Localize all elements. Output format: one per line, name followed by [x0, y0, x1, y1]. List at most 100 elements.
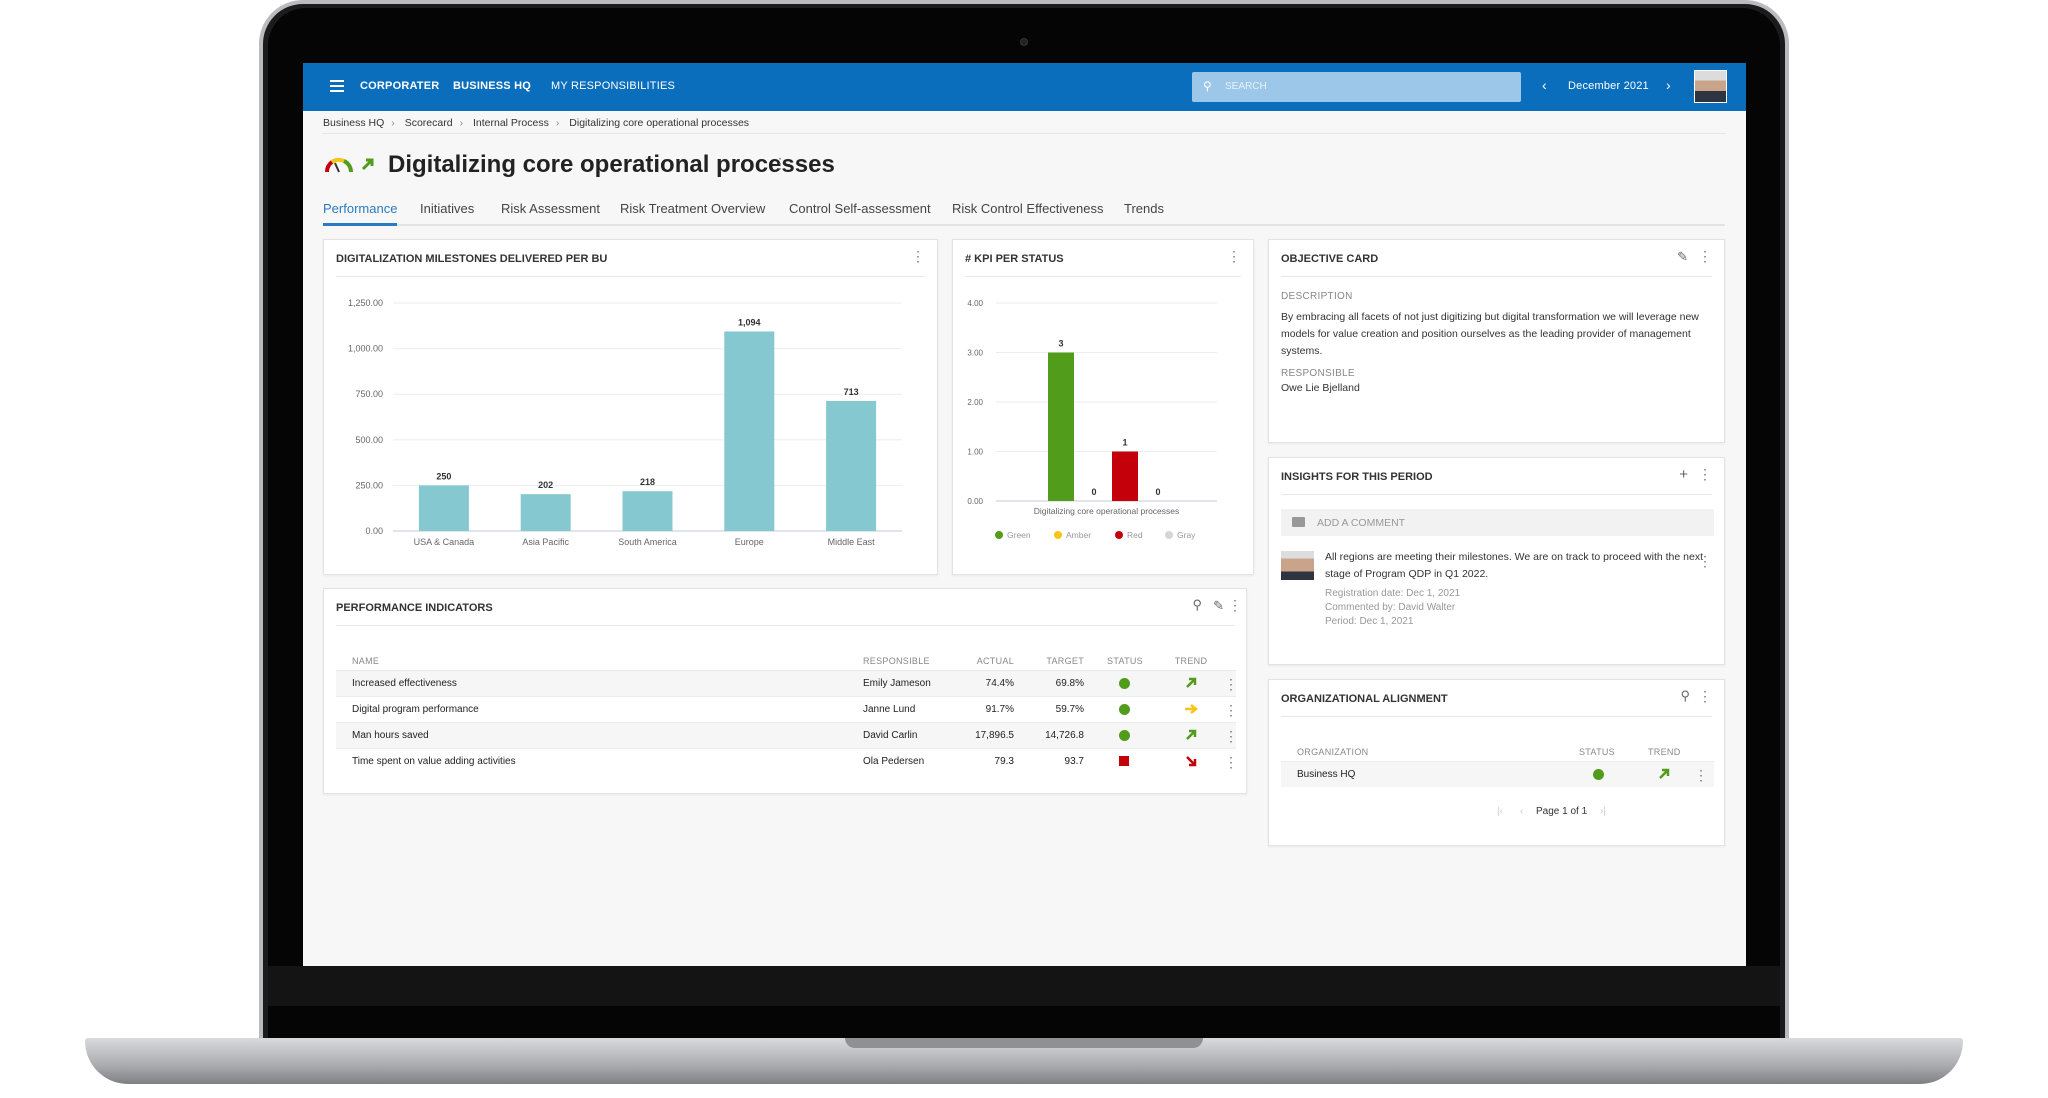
breadcrumb-internal-process[interactable]: Internal Process	[473, 117, 549, 129]
divider	[336, 625, 1234, 626]
performance-indicators-card: PERFORMANCE INDICATORS ⚲ ✎ ⋮ NAME RESPON…	[323, 588, 1247, 794]
table-row[interactable]: Business HQ ⋮	[1281, 761, 1714, 787]
data-label: 713	[844, 387, 859, 397]
row-more-icon[interactable]: ⋮	[1224, 703, 1238, 717]
responsible-label: RESPONSIBLE	[1281, 368, 1355, 379]
row-more-icon[interactable]: ⋮	[1224, 729, 1238, 743]
tab-risk-control-effectiveness[interactable]: Risk Control Effectiveness	[952, 201, 1104, 216]
x-tick-label: USA & Canada	[414, 537, 475, 547]
organization-name[interactable]: Business HQ	[1297, 769, 1355, 780]
card-title: ORGANIZATIONAL ALIGNMENT	[1281, 693, 1448, 705]
hamburger-menu-icon[interactable]	[330, 80, 344, 92]
last-page-icon[interactable]: ›|	[1600, 806, 1606, 817]
kpi-status-chart-card: # KPI PER STATUS ⋮ 0.00 1.00 2.00 3.00 4.00 3…	[952, 239, 1254, 575]
edit-pencil-icon[interactable]: ✎	[1213, 598, 1224, 614]
divider	[323, 133, 1725, 134]
column-target[interactable]: TARGET	[1034, 656, 1084, 666]
column-trend[interactable]: TREND	[1648, 747, 1681, 757]
y-tick-label: 2.00	[967, 398, 983, 407]
data-label: 250	[436, 471, 451, 481]
search-icon[interactable]: ⚲	[1192, 597, 1202, 613]
more-options-icon[interactable]: ⋮	[1228, 598, 1242, 612]
more-options-icon[interactable]: ⋮	[1698, 249, 1712, 263]
card-title: PERFORMANCE INDICATORS	[336, 602, 493, 614]
bar-europe	[724, 331, 775, 531]
next-period-chevron-icon[interactable]: ›	[1666, 77, 1671, 93]
table-row[interactable]: Man hours saved David Carlin 17,896.5 14…	[336, 722, 1238, 748]
data-label: 1,094	[738, 317, 761, 327]
commenter-avatar	[1281, 551, 1314, 580]
row-more-icon[interactable]: ⋮	[1694, 768, 1708, 782]
trend-up-icon	[1659, 768, 1670, 779]
tab-risk-treatment-overview[interactable]: Risk Treatment Overview	[620, 201, 765, 216]
search-icon[interactable]: ⚲	[1680, 688, 1690, 704]
data-label: 0	[1155, 487, 1160, 497]
logo[interactable]: CORPORATER	[360, 80, 439, 92]
row-more-icon[interactable]: ⋮	[1224, 755, 1238, 769]
column-name[interactable]: NAME	[352, 656, 379, 666]
kpi-responsible: David Carlin	[863, 730, 918, 741]
kpi-name[interactable]: Increased effectiveness	[352, 678, 457, 689]
top-bar: CORPORATER BUSINESS HQ MY RESPONSIBILITI…	[303, 63, 1746, 111]
first-page-icon[interactable]: |‹	[1497, 806, 1503, 817]
column-responsible[interactable]: RESPONSIBLE	[863, 656, 930, 666]
legend-amber-label: Amber	[1066, 530, 1091, 540]
comment-text: All regions are meeting their milestones…	[1325, 551, 1703, 580]
tab-divider	[323, 224, 1725, 226]
table-row[interactable]: Digital program performance Janne Lund 9…	[336, 696, 1238, 722]
table-row[interactable]: Time spent on value adding activities Ol…	[336, 748, 1238, 774]
comment-more-icon[interactable]: ⋮	[1698, 554, 1712, 568]
legend-green-label: Green	[1007, 530, 1031, 540]
x-tick-label: Asia Pacific	[522, 537, 569, 547]
milestones-bar-chart: 0.00 250.00 500.00 750.00 1,000.00 1,250.00 25…	[348, 298, 902, 547]
nav-business-hq[interactable]: BUSINESS HQ	[453, 80, 531, 92]
org-alignment-card: ORGANIZATIONAL ALIGNMENT ⚲ ⋮ ORGANIZATIO…	[1268, 679, 1725, 846]
title-more-icon[interactable]: ⋮	[773, 155, 787, 172]
tab-performance[interactable]: Performance	[323, 201, 397, 216]
insights-card: INSIGHTS FOR THIS PERIOD + ⋮ ADD A COMME…	[1268, 457, 1725, 665]
tab-risk-assessment[interactable]: Risk Assessment	[501, 201, 600, 216]
kpi-name[interactable]: Time spent on value adding activities	[352, 756, 516, 767]
edit-pencil-icon[interactable]: ✎	[1677, 249, 1688, 265]
search-input[interactable]: ⚲ SEARCH	[1192, 72, 1521, 102]
active-tab-indicator	[323, 223, 397, 226]
kpi-name[interactable]: Digital program performance	[352, 704, 479, 715]
prev-period-chevron-icon[interactable]: ‹	[1542, 77, 1547, 93]
column-organization[interactable]: ORGANIZATION	[1297, 747, 1368, 757]
more-options-icon[interactable]: ⋮	[1698, 689, 1712, 703]
divider	[1281, 276, 1712, 277]
row-more-icon[interactable]: ⋮	[1224, 677, 1238, 691]
more-options-icon[interactable]: ⋮	[1698, 467, 1712, 481]
search-placeholder: SEARCH	[1225, 81, 1267, 92]
tab-control-self-assessment[interactable]: Control Self-assessment	[789, 201, 931, 216]
kpi-target: 14,726.8	[1045, 730, 1084, 741]
tab-trends[interactable]: Trends	[1124, 201, 1164, 216]
data-label: 3	[1058, 339, 1063, 349]
period-label[interactable]: December 2021	[1568, 80, 1649, 92]
column-status[interactable]: STATUS	[1579, 747, 1615, 757]
tab-initiatives[interactable]: Initiatives	[420, 201, 474, 216]
prev-page-icon[interactable]: ‹	[1520, 806, 1523, 817]
add-comment-input[interactable]: ADD A COMMENT	[1281, 509, 1714, 536]
y-tick-label: 250.00	[355, 480, 383, 490]
add-icon[interactable]: +	[1679, 466, 1688, 483]
table-row[interactable]: Increased effectiveness Emily Jameson 74…	[336, 670, 1238, 696]
column-trend[interactable]: TREND	[1166, 656, 1216, 666]
column-actual[interactable]: ACTUAL	[964, 656, 1014, 666]
breadcrumb: Business HQ › Scorecard › Internal Process…	[323, 117, 750, 129]
x-tick-label: Europe	[735, 537, 764, 547]
legend-green-swatch	[995, 531, 1003, 539]
breadcrumb-business-hq[interactable]: Business HQ	[323, 117, 384, 129]
laptop-chin	[268, 966, 1780, 1006]
divider	[1281, 494, 1712, 495]
kpi-name[interactable]: Man hours saved	[352, 730, 429, 741]
page-title: Digitalizing core operational processes	[388, 151, 835, 178]
user-avatar[interactable]	[1694, 70, 1727, 103]
data-label: 218	[640, 477, 655, 487]
comment-icon	[1292, 517, 1305, 527]
breadcrumb-scorecard[interactable]: Scorecard	[405, 117, 453, 129]
column-status[interactable]: STATUS	[1100, 656, 1150, 666]
laptop-notch	[845, 1038, 1203, 1048]
nav-my-responsibilities[interactable]: MY RESPONSIBILITIES	[551, 80, 675, 92]
next-page-icon[interactable]: ›	[1584, 806, 1587, 817]
